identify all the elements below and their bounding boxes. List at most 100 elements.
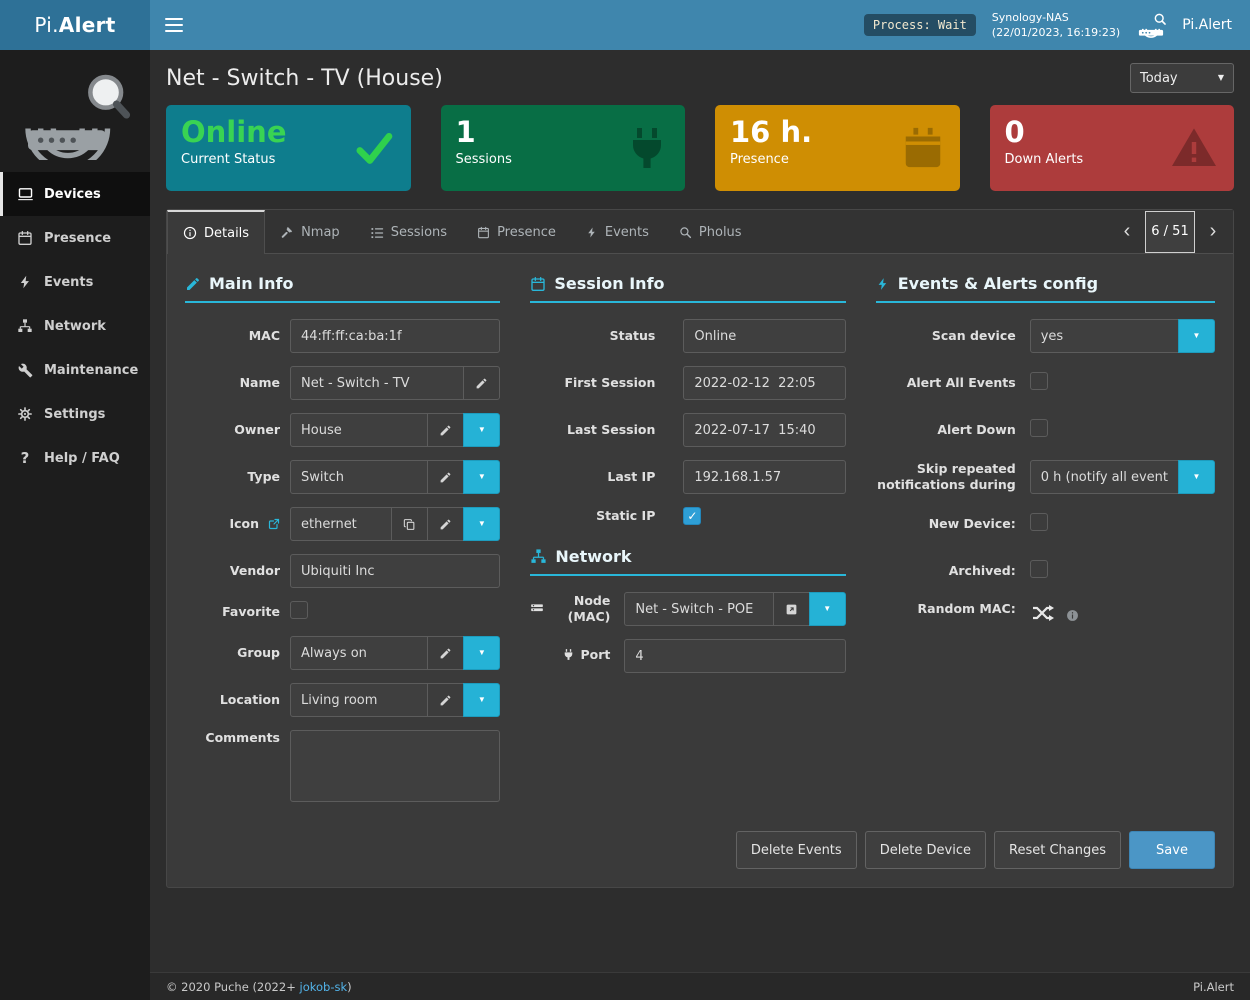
icon-input[interactable] [290, 507, 392, 541]
tab-presence[interactable]: Presence [462, 210, 571, 253]
calendar-icon [900, 123, 946, 173]
edit-type-button[interactable] [427, 460, 464, 494]
scan-device-select[interactable]: yes [1030, 319, 1179, 353]
favorite-checkbox[interactable] [290, 601, 308, 619]
delete-device-button[interactable]: Delete Device [865, 831, 986, 869]
field-archived: Archived: [876, 554, 1215, 588]
field-new-device: New Device: [876, 507, 1215, 541]
reset-changes-button[interactable]: Reset Changes [994, 831, 1121, 869]
last-ip-input[interactable] [683, 460, 845, 494]
field-scan-device: Scan device yes ▼ [876, 319, 1215, 353]
sidebar-item-label: Presence [44, 231, 111, 246]
type-input[interactable] [290, 460, 428, 494]
mac-input[interactable] [290, 319, 500, 353]
sidebar-item-settings[interactable]: Settings [0, 392, 150, 436]
name-input[interactable] [290, 366, 464, 400]
section-title: Main Info [209, 274, 293, 293]
tab-details[interactable]: Details [167, 210, 265, 254]
location-dropdown-button[interactable]: ▼ [463, 683, 500, 717]
sidebar-item-network[interactable]: Network [0, 304, 150, 348]
save-button[interactable]: Save [1129, 831, 1215, 869]
pialert-router-icon [1136, 12, 1166, 38]
delete-events-button[interactable]: Delete Events [736, 831, 857, 869]
vendor-input[interactable] [290, 554, 500, 588]
owner-label: Owner [185, 422, 280, 438]
footer-author-link[interactable]: jokob-sk [300, 980, 348, 994]
static-ip-checkbox[interactable] [683, 507, 701, 525]
tab-sessions[interactable]: Sessions [355, 210, 462, 253]
alert-all-events-label: Alert All Events [876, 375, 1016, 391]
gear-icon [16, 406, 34, 422]
footer-credit: © 2020 Puche (2022+ jokob-sk) [166, 980, 352, 994]
group-label: Group [185, 645, 280, 661]
sidebar-item-label: Maintenance [44, 363, 138, 378]
type-dropdown-button[interactable]: ▼ [463, 460, 500, 494]
next-device-button[interactable]: › [1195, 210, 1231, 254]
copy-icon-button[interactable] [391, 507, 428, 541]
icon-dropdown-button[interactable]: ▼ [463, 507, 500, 541]
sidebar-item-maintenance[interactable]: Maintenance [0, 348, 150, 392]
field-last-ip: Last IP [530, 460, 845, 494]
sidebar-item-help[interactable]: ? Help / FAQ [0, 436, 150, 480]
owner-input[interactable] [290, 413, 428, 447]
node-mac-input[interactable] [624, 592, 773, 626]
chevron-down-icon: ▼ [1193, 473, 1201, 481]
sidebar-item-events[interactable]: Events [0, 260, 150, 304]
app-logo[interactable]: Pi.Alert [0, 0, 150, 50]
down-alerts-card: 0 Down Alerts [990, 105, 1235, 191]
field-port: Port [530, 639, 845, 673]
tab-events[interactable]: Events [571, 210, 664, 253]
goto-node-button[interactable] [773, 592, 810, 626]
chevron-down-icon: ▼ [1193, 332, 1201, 340]
skip-notifications-select[interactable]: 0 h (notify all event [1030, 460, 1179, 494]
alert-all-events-checkbox[interactable] [1030, 372, 1048, 390]
port-input[interactable] [624, 639, 845, 673]
section-title: Session Info [554, 274, 664, 293]
last-session-input[interactable] [683, 413, 845, 447]
group-input[interactable] [290, 636, 428, 670]
alert-down-checkbox[interactable] [1030, 419, 1048, 437]
field-icon: Icon ▼ [185, 507, 500, 541]
device-detail-panel: Details Nmap Sessions Presence Events [166, 209, 1234, 888]
info-icon[interactable] [1066, 609, 1079, 622]
hamburger-icon[interactable] [150, 0, 198, 50]
prev-device-button[interactable]: ‹ [1109, 210, 1145, 254]
status-input[interactable] [683, 319, 845, 353]
edit-owner-button[interactable] [427, 413, 464, 447]
skip-notifications-dropdown-button[interactable]: ▼ [1178, 460, 1215, 494]
sidebar-item-devices[interactable]: Devices [0, 172, 150, 216]
tab-label: Presence [497, 225, 556, 240]
node-label: Node (MAC) [530, 593, 610, 626]
field-skip-notifications: Skip repeated notifications during 0 h (… [876, 460, 1215, 494]
owner-dropdown-button[interactable]: ▼ [463, 413, 500, 447]
tab-nmap[interactable]: Nmap [265, 210, 355, 253]
host-name: Synology-NAS [992, 10, 1120, 25]
edit-group-button[interactable] [427, 636, 464, 670]
main-info-section: Main Info MAC Name Owner [185, 274, 500, 819]
sidebar-item-presence[interactable]: Presence [0, 216, 150, 260]
edit-icon-button[interactable] [427, 507, 464, 541]
scan-device-dropdown-button[interactable]: ▼ [1178, 319, 1215, 353]
comments-textarea[interactable] [290, 730, 500, 802]
period-select[interactable]: Today ▼ [1130, 63, 1234, 93]
archived-checkbox[interactable] [1030, 560, 1048, 578]
location-input[interactable] [290, 683, 428, 717]
process-status-badge: Process: Wait [864, 14, 976, 36]
edit-location-button[interactable] [427, 683, 464, 717]
node-dropdown-button[interactable]: ▼ [809, 592, 846, 626]
static-ip-label: Static IP [530, 508, 655, 524]
port-label: Port [530, 647, 610, 666]
tab-pholus[interactable]: Pholus [664, 210, 757, 253]
lightning-icon [586, 226, 598, 239]
status-label: Status [530, 328, 655, 344]
footer: © 2020 Puche (2022+ jokob-sk) Pi.Alert [150, 972, 1250, 1000]
field-favorite: Favorite [185, 601, 500, 623]
new-device-checkbox[interactable] [1030, 513, 1048, 531]
sidebar-item-label: Devices [44, 187, 101, 202]
group-dropdown-button[interactable]: ▼ [463, 636, 500, 670]
field-alert-down: Alert Down [876, 413, 1215, 447]
tabstrip: Details Nmap Sessions Presence Events [167, 210, 1233, 254]
external-link-icon[interactable] [268, 518, 280, 530]
first-session-input[interactable] [683, 366, 845, 400]
edit-name-button[interactable] [463, 366, 500, 400]
